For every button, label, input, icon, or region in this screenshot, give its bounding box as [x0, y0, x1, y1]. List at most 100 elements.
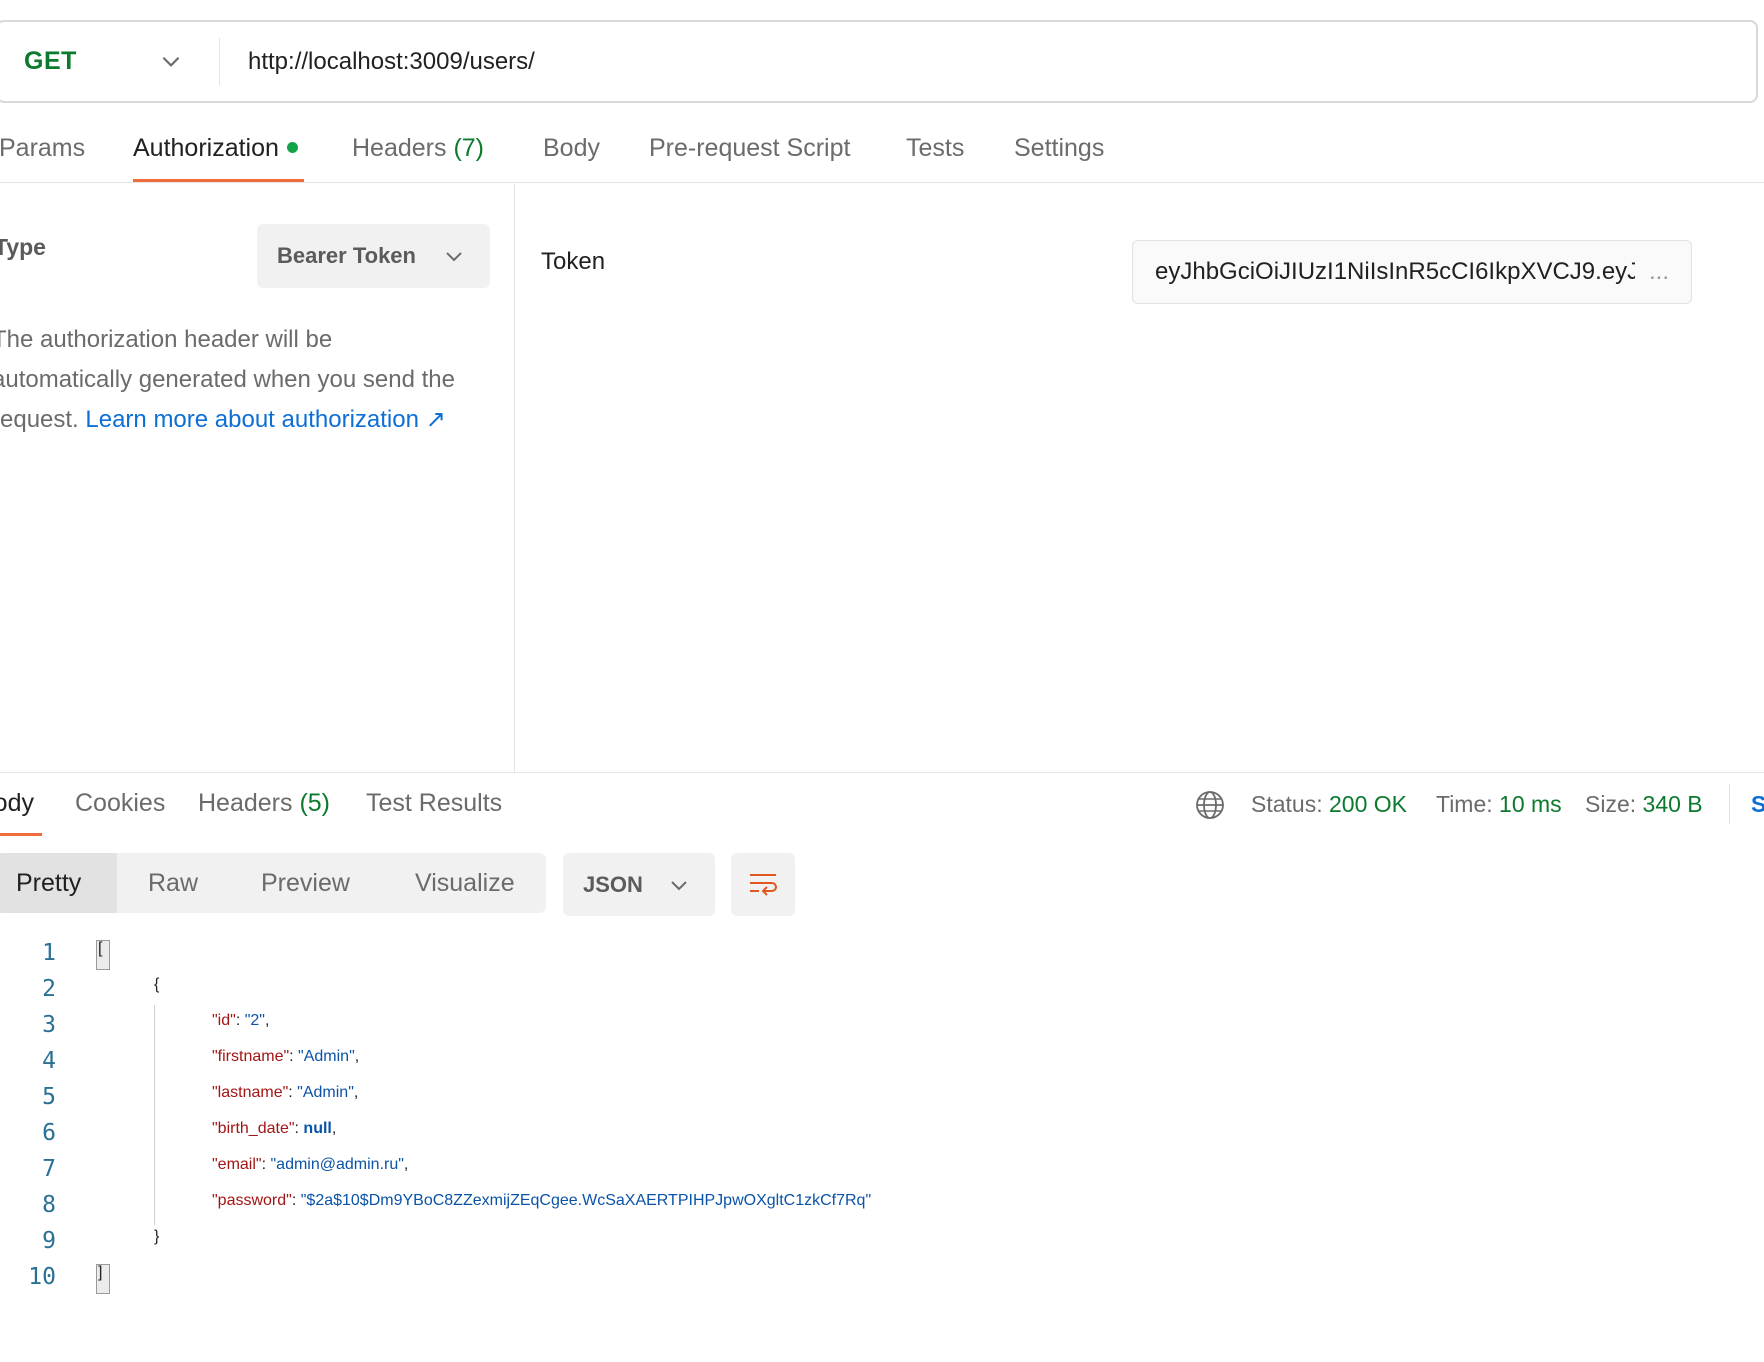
line-number: 10 — [28, 1264, 56, 1290]
view-mode-group: Pretty Raw Preview Visualize — [0, 853, 546, 913]
json-key: "password" — [212, 1192, 292, 1209]
tab-headers[interactable]: Headers (7) — [352, 134, 484, 163]
status-stat: Status: 200 OK — [1251, 791, 1407, 818]
code-line: "id": "2", — [212, 1012, 269, 1030]
json-value: "Admin" — [298, 1048, 355, 1065]
tab-authorization-label: Authorization — [133, 134, 279, 162]
url-input[interactable]: http://localhost:3009/users/ — [248, 22, 535, 101]
view-visualize-label: Visualize — [415, 868, 515, 897]
line-number: 8 — [42, 1192, 56, 1218]
tab-pre-request-script[interactable]: Pre-request Script — [649, 134, 850, 163]
token-input[interactable]: eyJhbGciOiJIUzI1NiIsInR5cCI6IkpXVCJ9.eyJ… — [1132, 240, 1692, 304]
pane-divider — [514, 184, 515, 772]
line-number: 3 — [42, 1012, 56, 1038]
code-line: [ — [98, 940, 102, 958]
colon: : — [289, 1048, 299, 1065]
url-bar: GET http://localhost:3009/users/ — [0, 20, 1758, 103]
token-value: eyJhbGciOiJIUzI1NiIsInR5cCI6IkpXVCJ9.eyJ — [1155, 258, 1635, 285]
tab-authorization[interactable]: Authorization — [133, 134, 298, 163]
view-preview-button[interactable]: Preview — [261, 853, 350, 913]
line-number: 1 — [42, 940, 56, 966]
resp-headers-count: (5) — [299, 789, 331, 817]
size-label: Size: — [1585, 791, 1637, 817]
auth-desc-line3: request. Learn more about authorization … — [0, 400, 492, 440]
status-value[interactable]: 200 OK — [1329, 791, 1407, 817]
line-number: 9 — [42, 1228, 56, 1254]
auth-desc-line2: automatically generated when you send th… — [0, 366, 455, 393]
method-label: GET — [24, 47, 77, 75]
auth-type-value: Bearer Token — [277, 243, 416, 268]
code-line: "lastname": "Admin", — [212, 1084, 358, 1102]
json-key: "firstname" — [212, 1048, 290, 1065]
line-number: 6 — [42, 1120, 56, 1146]
chevron-down-icon — [671, 881, 687, 891]
view-raw-label: Raw — [148, 868, 199, 897]
tab-headers-label: Headers — [352, 134, 447, 162]
comma: , — [403, 1156, 409, 1173]
resp-tab-headers[interactable]: Headers (5) — [198, 789, 330, 818]
token-ellipsis: ... — [1649, 258, 1670, 285]
tab-settings[interactable]: Settings — [1014, 134, 1104, 163]
json-value: "2" — [244, 1012, 265, 1029]
wrap-lines-button[interactable] — [731, 853, 795, 916]
time-label: Time: — [1436, 791, 1493, 817]
chevron-down-icon[interactable] — [158, 48, 184, 74]
auth-type-label: Type — [0, 234, 46, 260]
line-number: 2 — [42, 976, 56, 1002]
line-number: 7 — [42, 1156, 56, 1182]
active-indicator-dot — [286, 141, 298, 153]
tab-body[interactable]: Body — [543, 134, 600, 163]
comma: , — [354, 1048, 360, 1065]
format-select[interactable]: JSON — [563, 853, 715, 916]
learn-more-link[interactable]: Learn more about authorization ↗ — [85, 406, 445, 433]
json-value: "$2a$10$Dm9YBoC8ZZexmijZEqCgee.WcSaXAERT… — [300, 1192, 872, 1209]
view-pretty-button[interactable]: Pretty — [0, 853, 117, 913]
size-stat: Size: 340 B — [1585, 791, 1703, 818]
indent-guide — [154, 1005, 155, 1225]
close-bracket: ] — [98, 1264, 103, 1281]
headers-count: (7) — [453, 134, 485, 162]
auth-description: The authorization header will be automat… — [0, 320, 492, 440]
size-value[interactable]: 340 B — [1643, 791, 1703, 817]
url-value: http://localhost:3009/users/ — [248, 47, 535, 75]
resp-tab-cookies[interactable]: Cookies — [75, 789, 165, 818]
code-line: ] — [98, 1264, 102, 1282]
json-key: "id" — [212, 1012, 236, 1029]
chevron-down-icon — [446, 252, 462, 262]
auth-desc-line1: The authorization header will be — [0, 326, 333, 353]
divider — [1729, 784, 1730, 824]
resp-tab-test-results[interactable]: Test Results — [366, 789, 502, 818]
active-tab-underline — [0, 833, 42, 836]
view-visualize-button[interactable]: Visualize — [415, 853, 515, 913]
open-brace: { — [154, 976, 160, 993]
method-select[interactable]: GET — [24, 22, 77, 101]
wrap-lines-icon — [750, 874, 777, 896]
json-key: "lastname" — [212, 1084, 289, 1101]
resp-tab-body[interactable]: Body — [0, 789, 34, 818]
view-preview-label: Preview — [261, 868, 350, 897]
status-label: Status: — [1251, 791, 1323, 817]
line-number: 4 — [42, 1048, 56, 1074]
code-line: "email": "admin@admin.ru", — [212, 1156, 408, 1174]
format-value: JSON — [583, 871, 643, 897]
token-label: Token — [541, 248, 606, 275]
view-raw-button[interactable]: Raw — [148, 853, 198, 913]
code-line: { — [154, 976, 159, 994]
colon: : — [235, 1012, 245, 1029]
time-stat: Time: 10 ms — [1436, 791, 1562, 818]
line-number: 5 — [42, 1084, 56, 1110]
auth-type-select[interactable]: Bearer Token — [257, 224, 490, 288]
code-line: "birth_date": null, — [212, 1120, 336, 1138]
json-value: "Admin" — [297, 1084, 354, 1101]
code-line: "password": "$2a$10$Dm9YBoC8ZZexmijZEqCg… — [212, 1192, 871, 1210]
comma: , — [353, 1084, 359, 1101]
save-response-button[interactable]: S — [1751, 791, 1764, 818]
json-key: "birth_date" — [212, 1120, 295, 1137]
resp-tab-headers-label: Headers — [198, 789, 293, 817]
time-value[interactable]: 10 ms — [1499, 791, 1562, 817]
auth-desc-line3-text: request. — [0, 406, 79, 433]
globe-icon[interactable] — [1195, 790, 1225, 820]
request-tabs: Params Authorization Headers (7) Body Pr… — [0, 128, 1764, 183]
tab-params[interactable]: Params — [0, 134, 85, 163]
tab-tests[interactable]: Tests — [906, 134, 964, 163]
